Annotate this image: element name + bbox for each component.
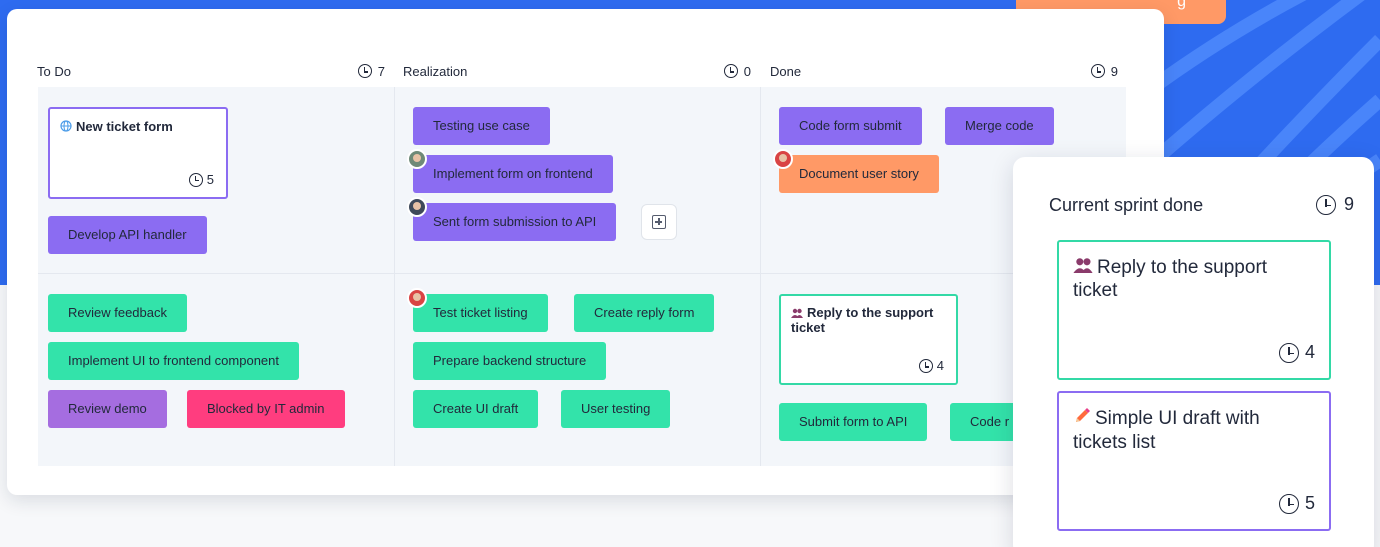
task-card[interactable]: Testing use case (413, 107, 550, 145)
users-icon (791, 307, 803, 321)
column-count: 9 (1110, 63, 1118, 79)
sprint-card-reply-support[interactable]: Reply to the support ticket 4 (1057, 240, 1331, 380)
plus-square-icon (652, 215, 666, 229)
avatar[interactable] (407, 149, 427, 169)
pencil-icon (1073, 407, 1091, 431)
card-title: Simple UI draft with tickets list (1073, 408, 1260, 453)
card-title: Reply to the support ticket (1073, 257, 1268, 302)
task-card[interactable]: Implement form on frontend (413, 155, 613, 193)
estimate-value: 4 (936, 358, 944, 373)
column-estimate: 0 (723, 63, 751, 79)
estimate-value: 4 (1304, 342, 1315, 362)
column-header-done: Done 9 (770, 61, 1118, 81)
card-title: New ticket form (76, 119, 173, 134)
column-header-todo: To Do 7 (37, 61, 385, 81)
ticket-card-new-ticket-form[interactable]: New ticket form 5 (48, 107, 228, 199)
column-count: 0 (743, 63, 751, 79)
column-title: Realization (403, 63, 468, 79)
clock-icon (918, 359, 933, 373)
task-card[interactable]: Test ticket listing (413, 294, 548, 332)
avatar[interactable] (407, 288, 427, 308)
add-card-button[interactable] (641, 204, 677, 240)
task-card[interactable]: Prepare backend structure (413, 342, 607, 380)
clock-icon (723, 64, 738, 78)
column-divider (394, 87, 395, 466)
card-title: Reply to the support ticket (791, 305, 934, 335)
panel-title: Current sprint done (1049, 195, 1204, 215)
avatar[interactable] (773, 149, 793, 169)
clock-icon (1278, 342, 1299, 363)
task-card[interactable]: Develop API handler (48, 216, 207, 254)
column-estimate: 7 (357, 63, 385, 79)
ticket-card-reply-support[interactable]: Reply to the support ticket 4 (779, 294, 958, 385)
globe-icon (60, 120, 72, 135)
task-card[interactable]: Blocked by IT admin (187, 390, 345, 428)
estimate-value: 5 (1304, 493, 1315, 513)
promo-tab-label: g (1177, 0, 1186, 10)
panel-count-value: 9 (1344, 194, 1355, 214)
clock-icon (1090, 64, 1105, 78)
card-estimate: 5 (188, 172, 214, 187)
task-card[interactable]: Create reply form (574, 294, 715, 332)
column-divider (760, 87, 761, 466)
panel-estimate: 9 (1316, 194, 1354, 215)
sprint-card-simple-ui-draft[interactable]: Simple UI draft with tickets list 5 (1057, 391, 1331, 531)
column-estimate: 9 (1090, 63, 1118, 79)
card-estimate: 4 (1278, 341, 1315, 364)
clock-icon (188, 172, 203, 187)
column-title: To Do (37, 63, 71, 79)
clock-icon (1278, 493, 1299, 514)
kanban-board: To Do 7 Realization 0 Done 9 New ticket … (7, 9, 1164, 495)
avatar[interactable] (407, 197, 427, 217)
users-icon (1073, 256, 1093, 279)
sprint-summary-panel: Current sprint done 9 Reply to the suppo… (1013, 157, 1374, 547)
column-header-realization: Realization 0 (403, 61, 751, 81)
task-card[interactable]: Review demo (48, 390, 167, 428)
task-card[interactable]: Submit form to API (779, 403, 928, 441)
task-card[interactable]: User testing (561, 390, 671, 428)
column-title: Done (770, 63, 802, 79)
clock-icon (357, 64, 372, 78)
task-card[interactable]: Code r (950, 403, 1020, 441)
task-card[interactable]: Code form submit (779, 107, 922, 145)
task-card[interactable]: Document user story (779, 155, 939, 193)
task-card[interactable]: Create UI draft (413, 390, 539, 428)
lane-divider (38, 273, 1126, 274)
card-estimate: 5 (1278, 492, 1315, 515)
clock-icon (1316, 194, 1336, 215)
task-card[interactable]: Review feedback (48, 294, 187, 332)
task-card[interactable]: Sent form submission to API (413, 203, 617, 241)
task-card[interactable]: Merge code (945, 107, 1054, 145)
task-card[interactable]: Implement UI to frontend component (48, 342, 300, 380)
estimate-value: 5 (206, 172, 214, 187)
column-count: 7 (377, 63, 385, 79)
card-estimate: 4 (918, 358, 944, 373)
